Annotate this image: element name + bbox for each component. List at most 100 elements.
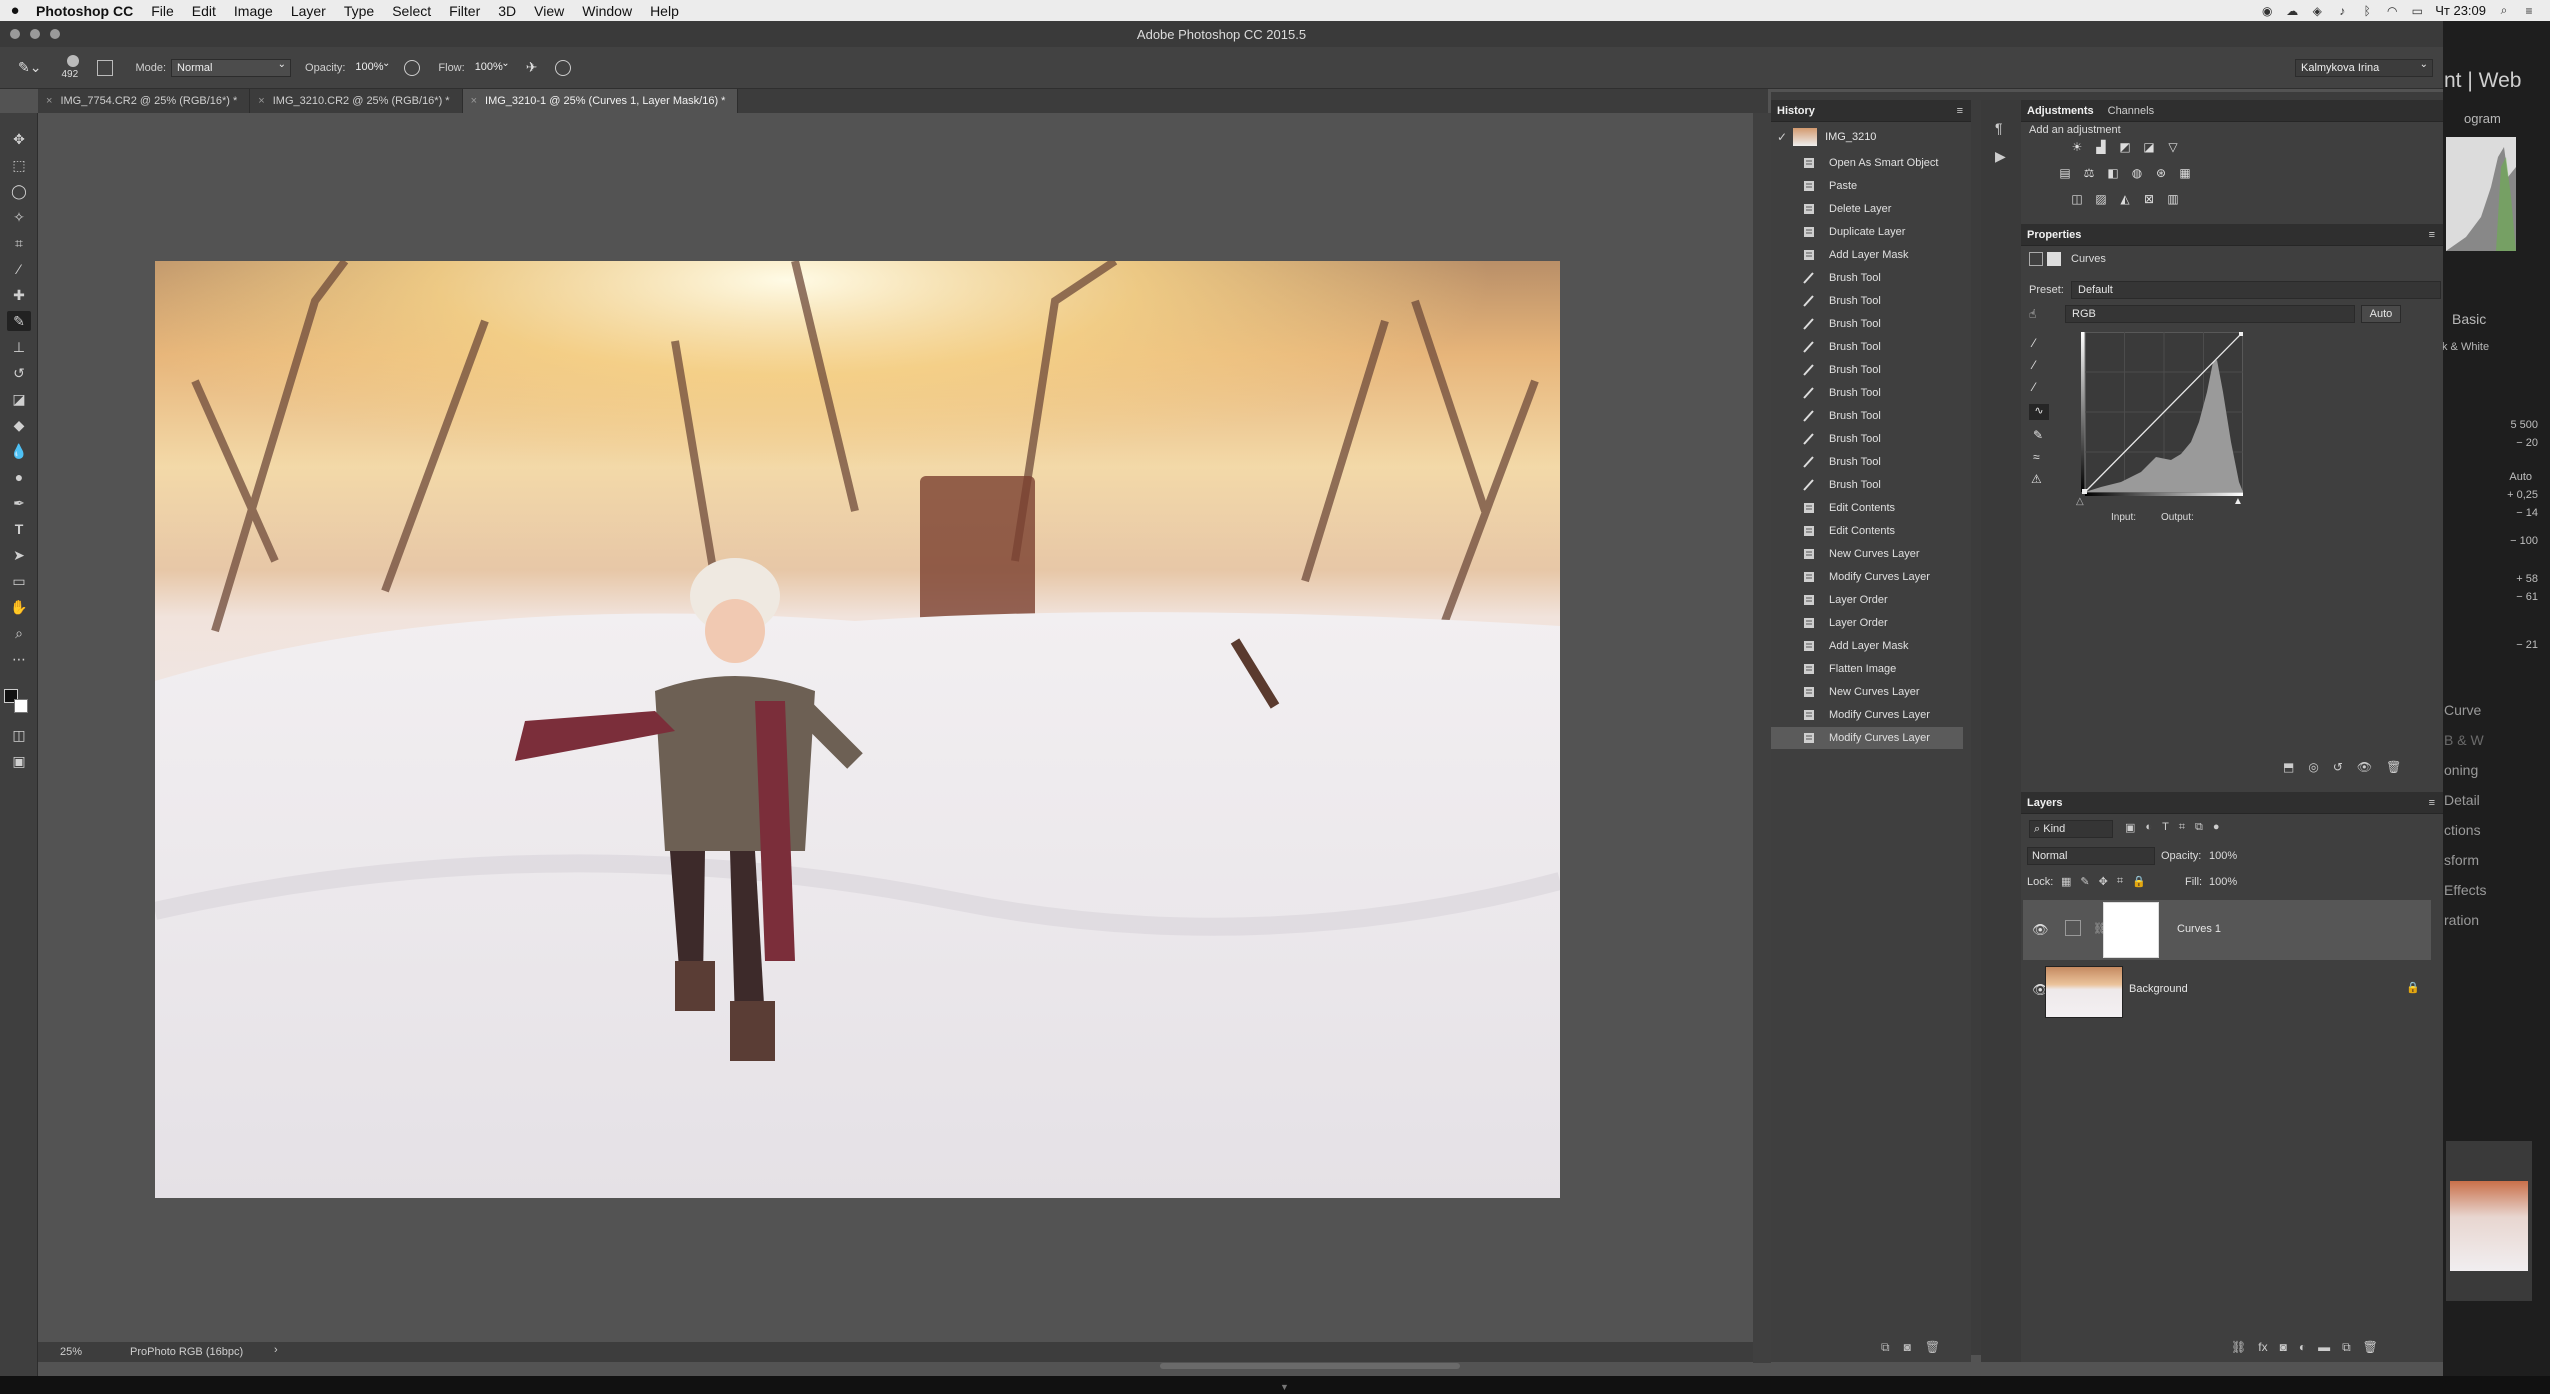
mask-icon[interactable] [2047,252,2061,266]
vertical-scroll-area[interactable] [1753,113,1771,1363]
healing-brush-tool-icon[interactable]: ✚ [7,285,31,305]
bluetooth-icon[interactable]: ᛒ [2360,4,2374,18]
channels-tab[interactable]: Channels [2108,105,2154,117]
rectangle-tool-icon[interactable]: ▭ [7,571,31,591]
history-item[interactable]: Layer Order [1771,589,1963,611]
black-point-eyedropper-icon[interactable]: ⁄ [2033,336,2035,350]
filter-smart-object-icon[interactable]: ⧉ [2195,821,2203,834]
menu-image[interactable]: Image [225,3,282,19]
layer-row-curves-1[interactable]: 👁 ⛓ Curves 1 [2023,900,2431,960]
lock-all-icon[interactable]: 🔒 [2132,875,2146,888]
filter-pixel-icon[interactable]: ▣ [2125,821,2135,834]
more-tools-icon[interactable]: ⋯ [7,649,31,669]
filter-type-icon[interactable]: T [2162,821,2169,834]
black-slider-icon[interactable]: △ [2076,496,2084,507]
clone-stamp-tool-icon[interactable]: ⊥ [7,337,31,357]
lock-pixels-icon[interactable]: ✎ [2080,875,2089,888]
minimize-window-button[interactable] [30,29,40,39]
menu-help[interactable]: Help [641,3,688,19]
view-previous-state-icon[interactable]: ◎ [2308,760,2318,774]
history-item[interactable]: Add Layer Mask [1771,244,1963,266]
actions-play-icon[interactable]: ▶ [1995,148,2006,165]
layer-name[interactable]: Background [2129,983,2188,995]
apple-menu-icon[interactable]: ● [0,2,30,19]
new-adjustment-layer-icon[interactable]: ◐ [2299,1340,2306,1355]
zoom-tool-icon[interactable]: ⌕ [7,623,31,643]
layer-mask-thumbnail[interactable] [2103,902,2159,958]
brush-tool-icon[interactable]: ✎ [7,311,31,331]
zoom-window-button[interactable] [50,29,60,39]
curves-icon[interactable]: ◩ [2117,140,2133,154]
history-item[interactable]: New Curves Layer [1771,681,1963,703]
history-item[interactable]: Modify Curves Layer [1771,566,1963,588]
panel-menu-icon[interactable]: ≡ [2429,797,2435,809]
flow-input[interactable]: 100% [470,56,514,77]
visibility-icon[interactable]: 👁 [2357,760,2372,774]
history-item[interactable]: Brush Tool [1771,290,1963,312]
dropbox-icon[interactable]: ◈ [2310,4,2324,18]
workspace-switcher[interactable]: Kalmykova Irina [2295,57,2433,77]
history-item[interactable]: Modify Curves Layer [1771,704,1963,726]
history-item[interactable]: Add Layer Mask [1771,635,1963,657]
history-item[interactable]: Edit Contents [1771,520,1963,542]
history-item[interactable]: Delete Layer [1771,198,1963,220]
background-color-swatch[interactable] [14,699,28,713]
history-item[interactable]: Brush Tool [1771,267,1963,289]
menu-file[interactable]: File [142,3,183,19]
black-white-icon[interactable]: ◧ [2105,166,2121,180]
spotlight-search-icon[interactable]: ⌕ [2497,3,2511,18]
panel-menu-icon[interactable]: ≡ [1957,105,1963,117]
opacity-input[interactable]: 100% [350,56,394,77]
paragraph-panel-icon[interactable]: ¶ [1995,120,2003,136]
blur-tool-icon[interactable]: 💧 [7,441,31,461]
gradient-map-icon[interactable]: ▥ [2165,192,2181,206]
delete-layer-icon[interactable]: 🗑 [2363,1340,2378,1355]
channel-mixer-icon[interactable]: ⊛ [2153,166,2169,180]
type-tool-icon[interactable]: T [7,519,31,539]
wifi-icon[interactable]: ◠ [2385,4,2399,18]
draw-curve-icon[interactable]: ✎ [2033,428,2043,442]
layer-thumbnail[interactable] [2045,966,2123,1018]
history-brush-tool-icon[interactable]: ↺ [7,363,31,383]
lasso-tool-icon[interactable]: ◯ [7,181,31,201]
status-menu-arrow-icon[interactable]: › [274,1344,278,1356]
filter-adjustment-icon[interactable]: ◐ [2145,821,2152,834]
layer-row-background[interactable]: 👁 Background 🔒 [2023,960,2431,1020]
white-point-eyedropper-icon[interactable]: ⁄ [2033,380,2035,394]
lr-panel-transform[interactable]: sform [2444,852,2479,868]
tool-preset-brush-icon[interactable]: ✎⌄ [18,59,41,76]
close-tab-icon[interactable]: × [471,95,477,107]
tab-img-3210-1[interactable]: × IMG_3210-1 @ 25% (Curves 1, Layer Mask/… [462,89,739,113]
filter-kind-select[interactable]: ⌕ Kind [2029,820,2113,838]
menu-photoshop[interactable]: Photoshop CC [30,3,142,19]
history-item[interactable]: Flatten Image [1771,658,1963,680]
delete-state-icon[interactable]: 🗑 [1925,1340,1940,1355]
layer-visibility-eye-icon[interactable]: 👁 [2032,922,2049,938]
auto-button[interactable]: Auto [2361,305,2401,323]
vibrance-icon[interactable]: ▽ [2165,140,2181,154]
lr-panel-bw[interactable]: B & W [2444,732,2484,748]
tab-img-3210[interactable]: × IMG_3210.CR2 @ 25% (RGB/16*) * [250,89,463,113]
lock-artboard-icon[interactable]: ⌗ [2117,875,2123,888]
lr-filmstrip-thumb[interactable] [2446,1141,2532,1301]
selective-color-icon[interactable]: ⊠ [2141,192,2157,206]
zoom-level[interactable]: 25% [60,1346,82,1358]
menu-window[interactable]: Window [573,3,641,19]
clip-to-layer-icon[interactable]: ⬒ [2283,760,2294,774]
menu-3d[interactable]: 3D [489,3,525,19]
filter-shape-icon[interactable]: ⌗ [2179,821,2185,834]
volume-icon[interactable]: ♪ [2335,4,2349,18]
dock-arrow-icon[interactable]: ▼ [1280,1382,1289,1392]
eyedropper-tool-icon[interactable]: ⁄ [7,259,31,279]
delete-adjustment-icon[interactable]: 🗑 [2386,760,2401,774]
lock-transparent-icon[interactable]: ▦ [2061,875,2071,888]
panel-menu-icon[interactable]: ≡ [2429,229,2435,241]
lr-panel-calibration[interactable]: ration [2444,912,2479,928]
quick-mask-icon[interactable]: ◫ [7,725,31,745]
history-item[interactable]: Brush Tool [1771,313,1963,335]
menu-view[interactable]: View [525,3,573,19]
tab-img-7754[interactable]: × IMG_7754.CR2 @ 25% (RGB/16*) * [38,89,251,113]
brightness-contrast-icon[interactable]: ☀ [2069,140,2085,154]
history-item[interactable]: Edit Contents [1771,497,1963,519]
history-item[interactable]: Layer Order [1771,612,1963,634]
